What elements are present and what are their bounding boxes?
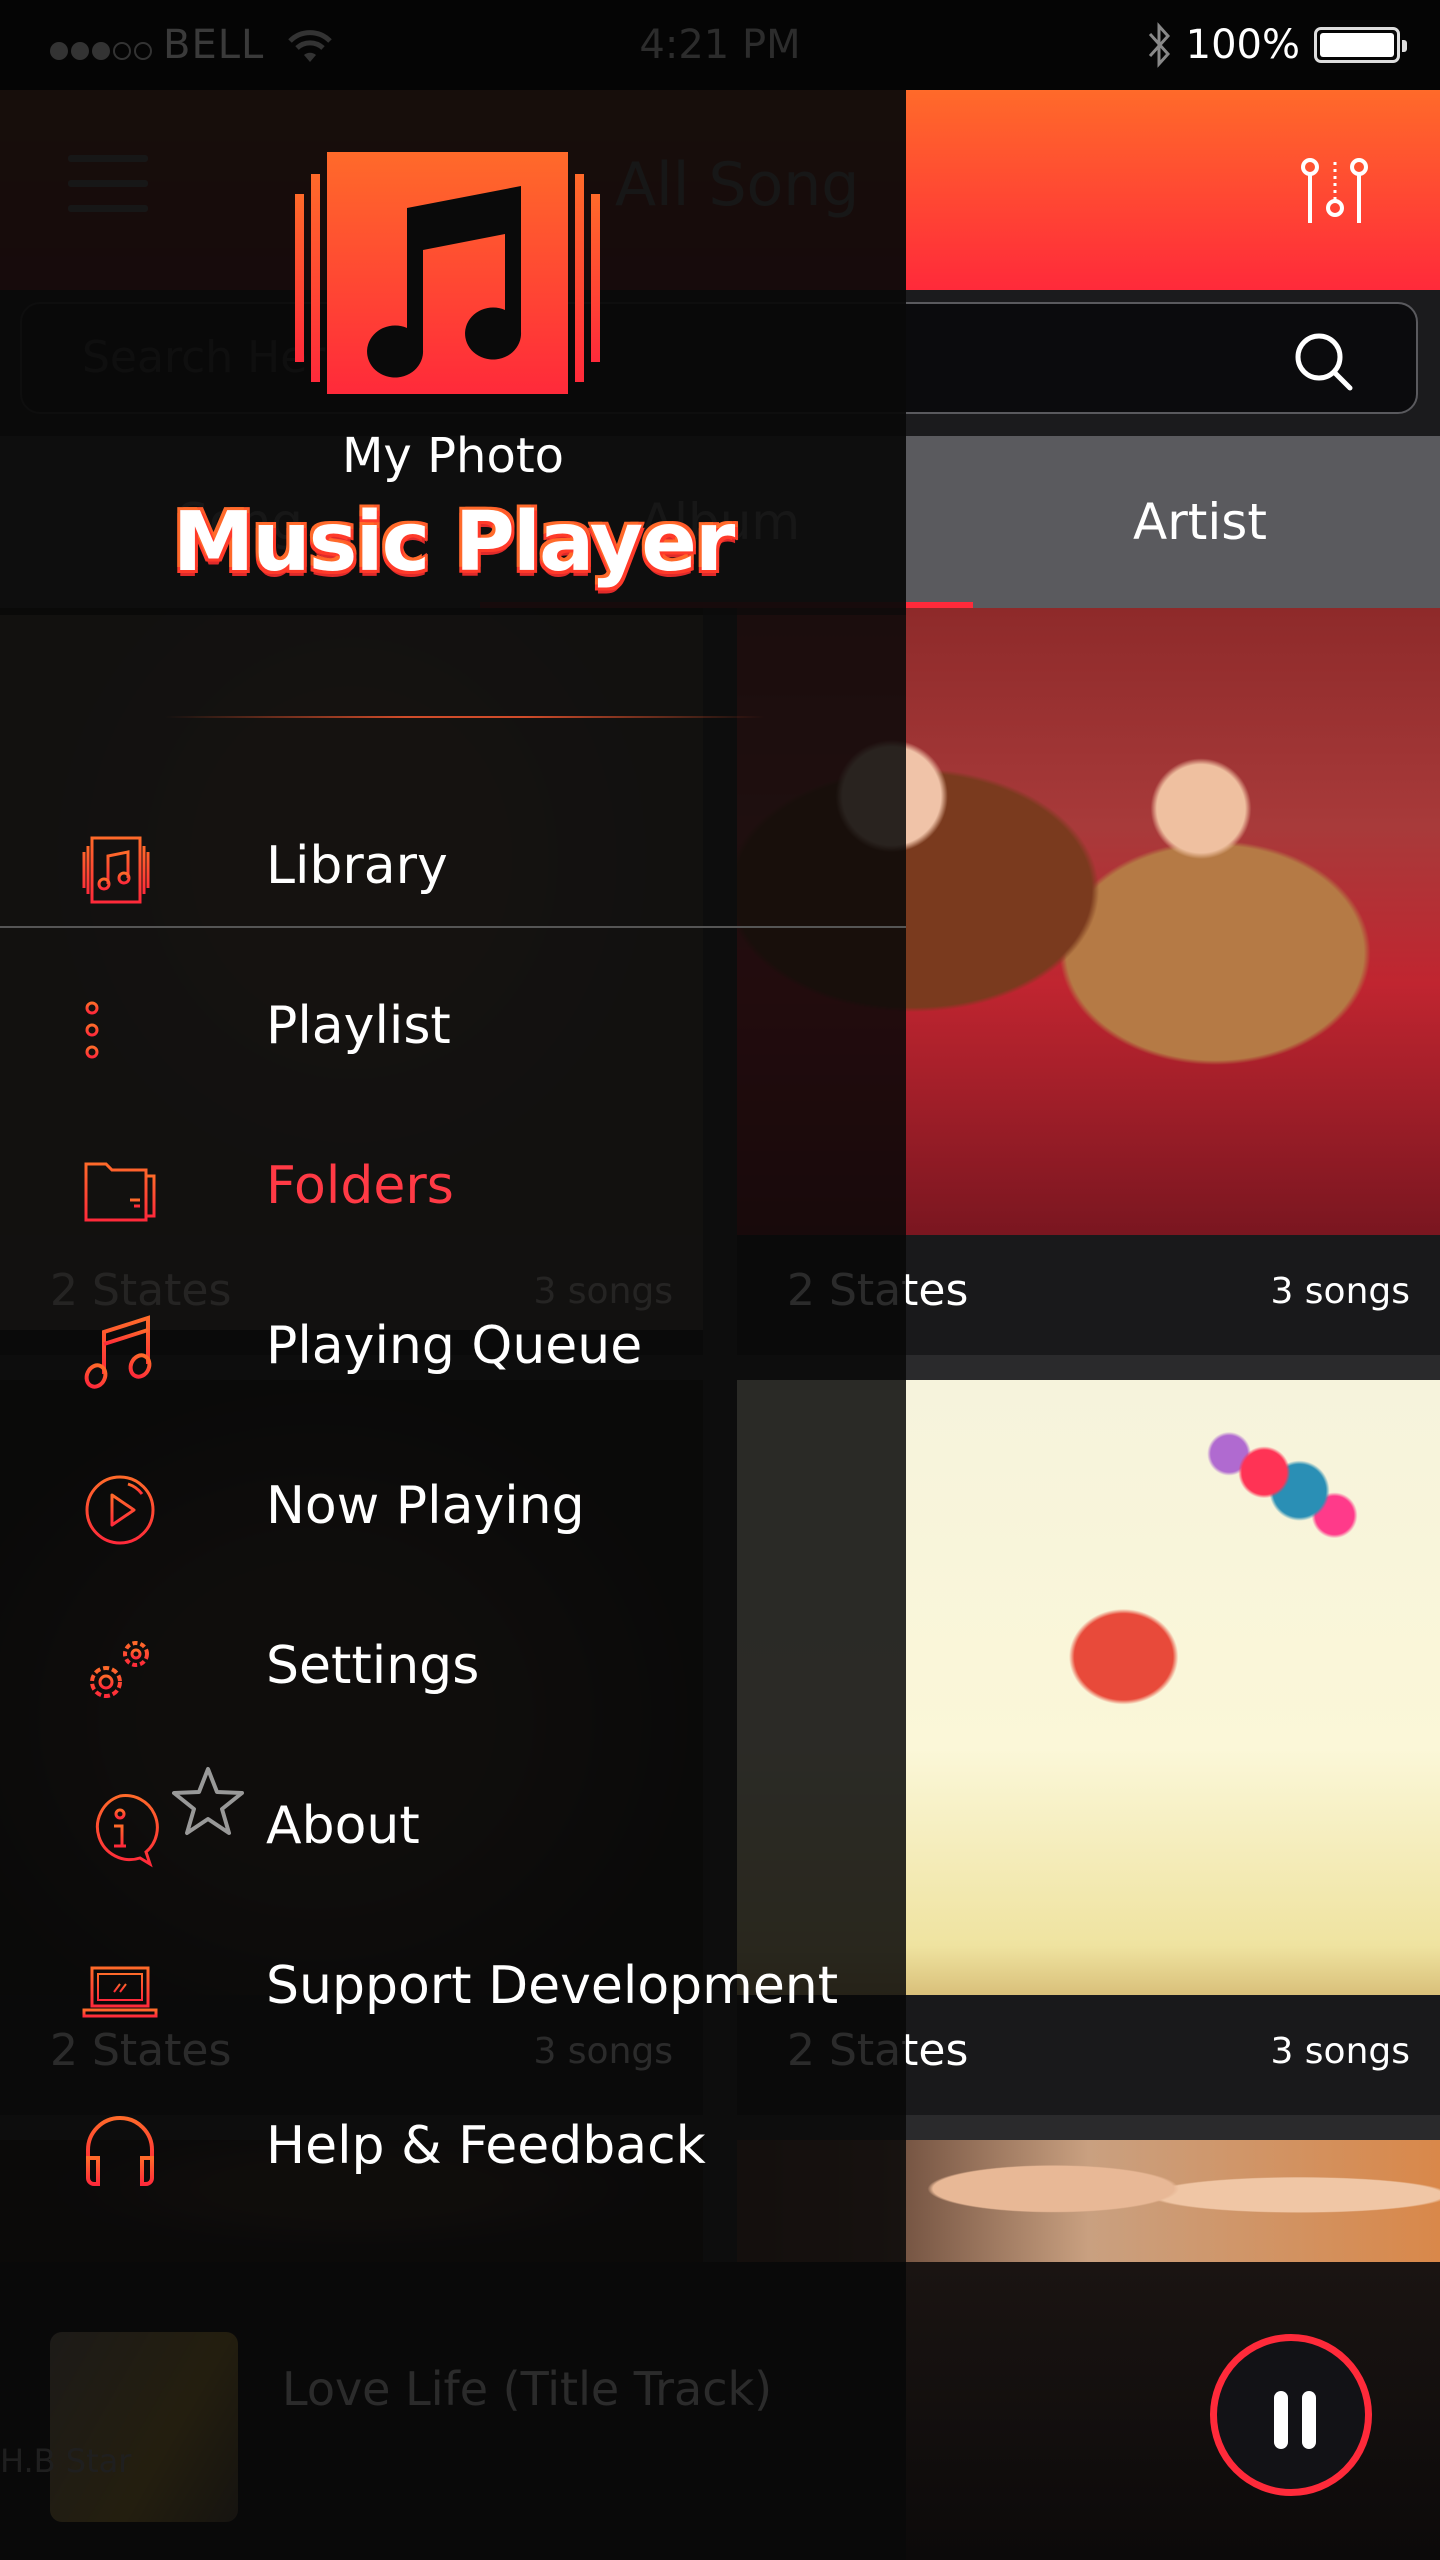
equalizer-icon[interactable]	[1290, 150, 1380, 230]
app-subtitle: My Photo	[342, 428, 564, 484]
pause-icon-bar	[1302, 2391, 1316, 2449]
headphones-icon	[86, 2116, 154, 2186]
playlist-icon	[85, 1001, 152, 1059]
drawer-divider	[165, 716, 765, 718]
menu-item-playing-queue[interactable]: Playing Queue	[0, 1270, 906, 1420]
drawer-header: My Photo Music Player	[0, 90, 906, 615]
menu-item-playlist[interactable]: Playlist	[0, 950, 906, 1100]
library-icon	[82, 836, 150, 904]
menu-label: Playing Queue	[266, 1316, 643, 1376]
tab-artist[interactable]: Artist	[960, 436, 1440, 608]
menu-label: Settings	[266, 1636, 480, 1696]
laptop-icon	[82, 1966, 158, 2018]
battery-percent: 100%	[1185, 22, 1300, 68]
album-song-count: 3 songs	[1270, 1271, 1410, 1312]
battery-icon	[1314, 27, 1407, 63]
menu-item-help-feedback[interactable]: Help & Feedback	[0, 2070, 906, 2220]
navigation-drawer: My Photo Music Player Library Playlist F…	[0, 90, 906, 2560]
play-circle-icon	[85, 1475, 155, 1545]
app-title: Music Player	[171, 493, 738, 592]
menu-item-folders[interactable]: Folders	[0, 1110, 906, 1260]
music-note-icon	[84, 1315, 152, 1389]
menu-label: Help & Feedback	[266, 2116, 706, 2176]
star-icon	[172, 1767, 244, 1835]
album-song-count: 3 songs	[1270, 2031, 1410, 2072]
menu-label: About	[266, 1796, 420, 1856]
gears-icon	[90, 1641, 149, 1698]
menu-item-settings[interactable]: Settings	[0, 1590, 906, 1740]
info-icon	[95, 1794, 159, 1868]
menu-label: Now Playing	[266, 1476, 585, 1536]
bluetooth-icon	[1148, 22, 1170, 68]
menu-separator	[0, 926, 906, 928]
pause-button[interactable]	[1210, 2334, 1372, 2496]
status-bar: BELL 4:21 PM 100%	[0, 0, 1440, 90]
search-icon[interactable]	[1292, 330, 1356, 394]
menu-label: Playlist	[266, 996, 451, 1056]
menu-item-now-playing[interactable]: Now Playing	[0, 1430, 906, 1580]
music-note-logo-icon	[295, 152, 600, 394]
menu-item-about[interactable]: About	[0, 1750, 906, 1900]
menu-item-support-development[interactable]: Support Development	[0, 1910, 906, 2060]
menu-item-library[interactable]: Library	[0, 790, 906, 940]
menu-label: Support Development	[266, 1956, 839, 2016]
menu-label: Folders	[266, 1156, 454, 1216]
folder-icon	[84, 1162, 156, 1222]
menu-label: Library	[266, 836, 448, 896]
status-right: 100%	[1146, 18, 1407, 72]
pause-icon	[1274, 2391, 1288, 2449]
